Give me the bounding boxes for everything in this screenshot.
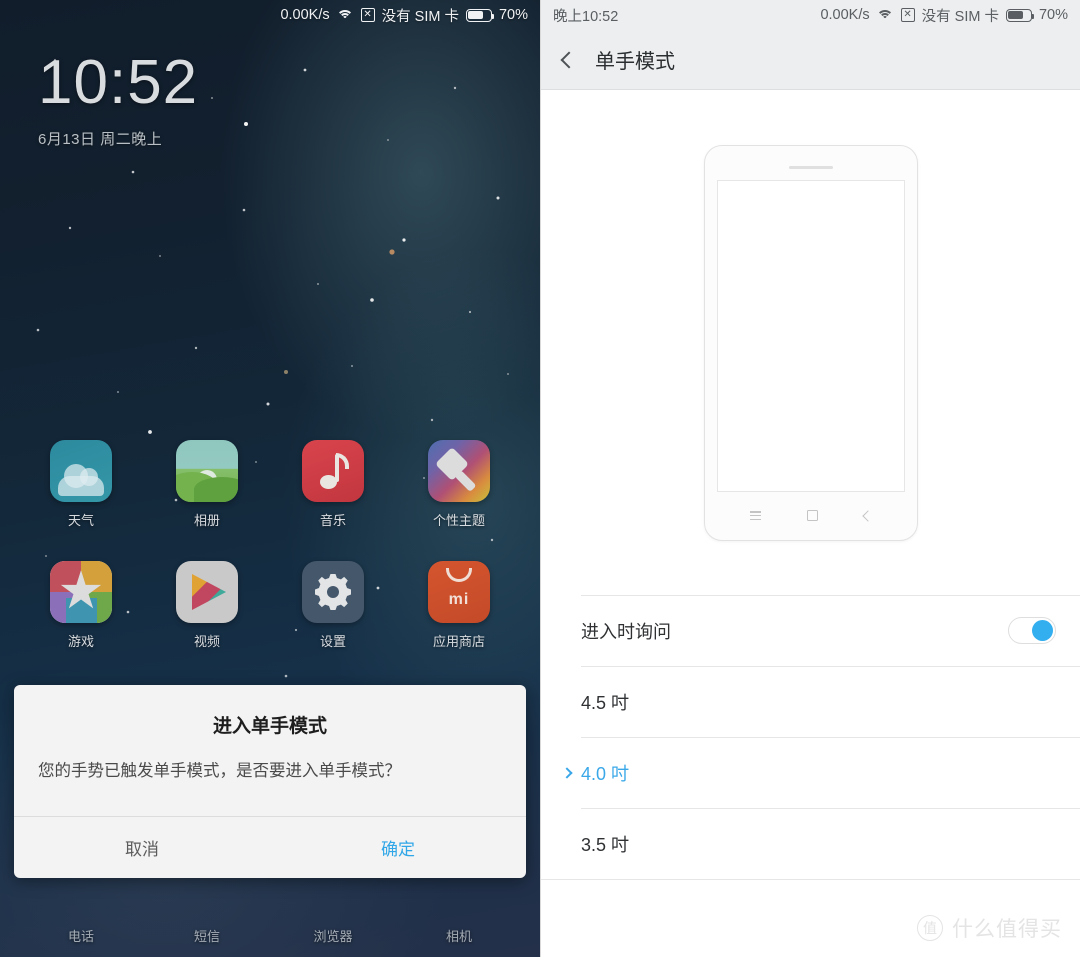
phone-navbar [705,492,917,540]
list-end-divider [541,879,1080,880]
settings-list: 进入时询问 4.5 吋 4.0 吋 3.5 吋 [541,595,1080,880]
dock-label: 浏览器 [313,929,353,944]
dock: 电话 短信 浏览器 相机 [0,926,540,945]
row-divider [581,595,1080,596]
setting-label: 3.5 吋 [581,834,630,855]
sim-error-icon: ✕ [900,8,915,22]
setting-row-size-3-5[interactable]: 3.5 吋 [541,808,1080,879]
toggle-knob [1032,620,1053,641]
setting-row-size-4-5[interactable]: 4.5 吋 [541,666,1080,737]
status-clock: 晚上10:52 [553,8,619,25]
app-theme[interactable]: 个性主题 [413,440,505,529]
setting-label: 进入时询问 [581,621,671,642]
dock-item-browser[interactable]: 浏览器 [287,926,379,945]
ask-on-enter-toggle[interactable] [1008,617,1056,644]
app-settings[interactable]: 设置 [287,561,379,650]
sim-error-icon: ✕ [360,8,375,22]
phone-preview-area [541,90,1080,595]
row-divider [581,808,1080,809]
sim-status-text: 没有 SIM 卡 [381,8,459,25]
setting-label: 4.5 吋 [581,692,630,713]
app-label: 应用商店 [432,634,485,649]
setting-label: 4.0 吋 [581,763,630,784]
music-icon[interactable] [302,440,364,502]
dialog-message: 您的手势已触发单手模式，是否要进入单手模式？ [38,762,401,780]
app-store-icon[interactable]: mi [428,561,490,623]
theme-icon[interactable] [428,440,490,502]
dock-item-camera[interactable]: 相机 [413,926,505,945]
page-title: 单手模式 [595,51,675,73]
app-label: 游戏 [67,634,94,649]
video-icon[interactable] [176,561,238,623]
menu-icon [749,511,761,520]
setting-row-size-4-0[interactable]: 4.0 吋 [541,737,1080,808]
app-games[interactable]: 游戏 [35,561,127,650]
cancel-button[interactable]: 取消 [14,817,270,878]
row-divider [581,737,1080,738]
weather-icon[interactable] [50,440,112,502]
battery-icon [1005,8,1035,22]
app-gallery[interactable]: 相册 [161,440,253,529]
games-icon[interactable] [50,561,112,623]
battery-percent: 70% [1038,7,1068,23]
dialog-actions: 取消 确定 [14,816,526,878]
app-label: 相册 [193,513,220,528]
app-grid: 天气 相册 音乐 个性主题 游戏 视频 设置 mi 应用商店 [0,440,540,650]
app-label: 视频 [193,634,220,649]
phone-illustration [703,144,918,541]
app-label: 个性主题 [432,513,485,528]
home-icon [806,510,818,521]
network-speed: 0.00K/s [820,7,870,23]
clock-time: 10:52 [38,48,199,117]
dock-label: 电话 [67,929,94,944]
network-speed: 0.00K/s [280,7,330,23]
screenshot-root: 0.00K/s ✕ 没有 SIM 卡 70% 10:52 6月13日 周二晚上 … [0,0,1080,957]
app-weather[interactable]: 天气 [35,440,127,529]
confirm-button[interactable]: 确定 [270,817,526,878]
dialog-title: 进入单手模式 [212,716,327,737]
dock-label: 相机 [445,929,472,944]
app-row-2: 游戏 视频 设置 mi 应用商店 [0,561,540,650]
app-label: 音乐 [319,513,346,528]
selected-chevron-icon [561,766,573,779]
gallery-icon[interactable] [176,440,238,502]
watermark-logo-icon: 值 [917,915,943,941]
home-screen-panel: 0.00K/s ✕ 没有 SIM 卡 70% 10:52 6月13日 周二晚上 … [0,0,540,957]
clock-date: 6月13日 周二晚上 [38,131,163,148]
app-video[interactable]: 视频 [161,561,253,650]
back-chevron-icon[interactable] [560,51,578,68]
settings-icon[interactable] [302,561,364,623]
home-status-bar: 0.00K/s ✕ 没有 SIM 卡 70% [0,0,540,30]
phone-screen [716,179,905,492]
sim-status-text: 没有 SIM 卡 [921,8,999,25]
app-label: 天气 [67,513,94,528]
clock-widget[interactable]: 10:52 6月13日 周二晚上 [38,44,198,149]
dock-item-sms[interactable]: 短信 [161,926,253,945]
app-label: 设置 [319,634,346,649]
settings-status-bar: 晚上10:52 0.00K/s ✕ 没有 SIM 卡 70% [541,0,1080,30]
back-icon [861,509,874,522]
speaker-slot-icon [788,165,833,169]
watermark: 值 什么值得买 [917,913,1062,943]
setting-row-ask-on-enter[interactable]: 进入时询问 [541,595,1080,666]
battery-percent: 70% [498,7,528,23]
row-divider [581,666,1080,667]
one-handed-mode-dialog: 进入单手模式 您的手势已触发单手模式，是否要进入单手模式？ 取消 确定 [14,685,526,878]
battery-icon [465,8,495,22]
app-bar: 单手模式 [541,30,1080,90]
one-handed-settings-panel: 晚上10:52 0.00K/s ✕ 没有 SIM 卡 70% 单手模式 进入时询… [540,0,1080,957]
app-row-1: 天气 相册 音乐 个性主题 [0,440,540,529]
app-store[interactable]: mi 应用商店 [413,561,505,650]
dock-label: 短信 [193,929,220,944]
wifi-icon [336,9,354,22]
dock-item-phone[interactable]: 电话 [35,926,127,945]
app-music[interactable]: 音乐 [287,440,379,529]
wifi-icon [876,9,894,22]
watermark-text: 什么值得买 [952,918,1062,941]
